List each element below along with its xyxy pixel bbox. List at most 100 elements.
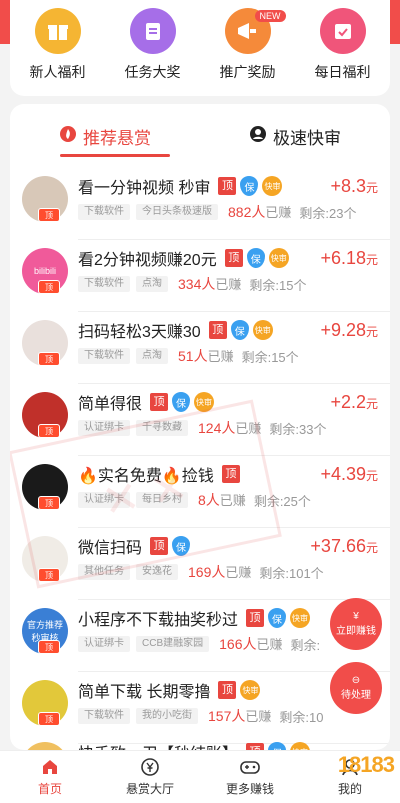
top-tag: 顶 bbox=[246, 609, 265, 627]
earned-count: 882人已赚 bbox=[228, 202, 291, 222]
task-meta: 下载软件 今日头条极速版 882人已赚 剩余:23个 bbox=[78, 202, 356, 222]
task-title-text: 快手致一卫【秒结账】 bbox=[78, 740, 238, 750]
tab-label: 推荐悬赏 bbox=[83, 128, 151, 148]
nav-label: 首页 bbox=[37, 782, 62, 796]
task-meta: 下载软件 我的小吃街 157人已赚 剩余:10 bbox=[78, 706, 323, 726]
top-tag: 顶 bbox=[218, 177, 237, 195]
task-row[interactable]: 顶简单得很顶保快审 +2.2元 认证绑卡 千寻数藏 124人已赚 剩余:33个 bbox=[10, 384, 390, 456]
fast-review-icon: 快审 bbox=[240, 680, 261, 700]
guarantee-shield-icon: 保 bbox=[172, 392, 191, 412]
earned-number: 166人 bbox=[219, 636, 257, 652]
task-row[interactable]: 顶快手致一卫【秒结账】 顶保快审 bbox=[10, 734, 390, 750]
category-label: 新人福利 bbox=[29, 64, 86, 80]
task-chip: 下载软件 bbox=[78, 708, 130, 724]
reward-value: +8.3 bbox=[330, 176, 366, 196]
task-title: 看2分钟视频赚20元顶保快审 bbox=[78, 246, 289, 270]
gift-icon bbox=[34, 8, 81, 54]
task-chip: 下载软件 bbox=[78, 348, 130, 364]
category-newbie[interactable]: 新人福利 bbox=[13, 8, 103, 82]
nav-reward-hall[interactable]: 悬赏大厅 bbox=[100, 751, 200, 803]
avatar-ding-tag: 顶 bbox=[38, 424, 60, 438]
task-title: 🔥实名免费🔥捡钱顶 bbox=[78, 462, 240, 486]
task-meta: 下载软件 点淘 51人已赚 剩余:15个 bbox=[78, 346, 299, 366]
task-meta: 下载软件 点淘 334人已赚 剩余:15个 bbox=[78, 274, 306, 294]
task-chip: 其他任务 bbox=[78, 564, 130, 580]
task-title: 简单下载 长期零撸顶快审 bbox=[78, 678, 261, 702]
task-list-panel: 推荐悬赏 极速快审 顶看一分钟视频 秒审顶保快审 +8.3元 下载软件 今日头条极速版… bbox=[10, 104, 390, 750]
yen-icon: ¥ bbox=[353, 611, 359, 622]
earned-number: 124人 bbox=[198, 420, 236, 436]
earned-suffix: 已赚 bbox=[225, 565, 252, 580]
earned-count: 8人已赚 bbox=[198, 490, 246, 510]
earn-now-button[interactable]: ¥ 立即赚钱 bbox=[330, 598, 382, 650]
avatar-ding-tag: 顶 bbox=[38, 352, 60, 366]
tab-recommended[interactable]: 推荐悬赏 bbox=[10, 104, 200, 168]
task-title-text: 微信扫码 bbox=[78, 540, 143, 557]
task-meta: 认证绑卡 每日乡村 8人已赚 剩余:25个 bbox=[78, 490, 311, 510]
remaining-count: 剩余:23个 bbox=[299, 205, 357, 221]
task-row[interactable]: bilibili 顶看2分钟视频赚20元顶保快审 +6.18元 下载软件 点淘 334人已… bbox=[10, 240, 390, 312]
reward-unit: 元 bbox=[365, 469, 378, 483]
guarantee-shield-icon: 保 bbox=[172, 536, 191, 556]
pending-button[interactable]: ⊖ 待处理 bbox=[330, 662, 382, 714]
reward-value: +9.28 bbox=[320, 320, 366, 340]
task-title-text: 小程序不下载抽奖秒过 bbox=[78, 612, 239, 629]
fast-review-icon: 快审 bbox=[290, 742, 311, 750]
task-row[interactable]: 顶 🔥实名免费🔥捡钱顶 +4.39元 认证绑卡 每日乡村 8人已赚 剩余:25个 bbox=[10, 456, 390, 528]
top-tag: 顶 bbox=[150, 537, 169, 555]
fast-review-icon: 快审 bbox=[252, 320, 273, 340]
category-label: 每日福利 bbox=[314, 64, 371, 80]
fast-review-icon: 快审 bbox=[194, 392, 215, 412]
guarantee-shield-icon: 保 bbox=[268, 742, 287, 750]
home-icon bbox=[43, 760, 57, 774]
nav-label: 悬赏大厅 bbox=[125, 782, 174, 796]
reward-value: +37.66 bbox=[310, 536, 366, 556]
task-chip: CCB建融家园 bbox=[136, 636, 210, 652]
avatar-ding-tag: 顶 bbox=[38, 280, 60, 294]
earned-suffix: 已赚 bbox=[256, 637, 283, 652]
calendar-check-icon bbox=[319, 8, 366, 54]
task-row[interactable]: 顶扫码轻松3天赚30 顶保快审 +9.28元 下载软件 点淘 51人已赚 剩余:15个 bbox=[10, 312, 390, 384]
nav-label: 更多赚钱 bbox=[225, 782, 274, 796]
earned-suffix: 已赚 bbox=[265, 205, 292, 220]
task-chip: 点淘 bbox=[136, 348, 168, 364]
earned-number: 882人 bbox=[228, 204, 266, 220]
task-title-text: 简单得很 bbox=[78, 396, 143, 413]
pending-icon: ⊖ bbox=[351, 675, 361, 686]
category-label: 任务大奖 bbox=[124, 64, 181, 80]
task-row[interactable]: 顶微信扫码顶保 +37.66元 其他任务 安逸花 169人已赚 剩余:101个 bbox=[10, 528, 390, 600]
earned-number: 334人 bbox=[178, 276, 216, 292]
reward-amount: +2.2元 bbox=[330, 392, 378, 413]
remaining-count: 剩余:33个 bbox=[269, 421, 327, 437]
nav-home[interactable]: 首页 bbox=[0, 751, 100, 803]
earned-count: 169人已赚 bbox=[188, 562, 251, 582]
reward-amount: +4.39元 bbox=[320, 464, 378, 485]
pending-label: 待处理 bbox=[341, 690, 371, 701]
avatar-ding-tag: 顶 bbox=[38, 640, 60, 654]
task-chip: 安逸花 bbox=[136, 564, 178, 580]
task-title: 微信扫码顶保 bbox=[78, 534, 191, 558]
reward-unit: 元 bbox=[365, 253, 378, 267]
category-panel: 新人福利 任务大奖 NEW 推广奖励 每日福利 bbox=[10, 0, 390, 96]
earn-now-label: 立即赚钱 bbox=[336, 626, 376, 637]
megaphone-icon: NEW bbox=[224, 8, 286, 54]
task-chip: 认证绑卡 bbox=[78, 492, 130, 508]
category-task-prize[interactable]: 任务大奖 bbox=[108, 8, 198, 82]
top-tag: 顶 bbox=[150, 393, 169, 411]
top-tag: 顶 bbox=[224, 249, 243, 267]
earned-count: 334人已赚 bbox=[178, 274, 241, 294]
task-meta: 认证绑卡 千寻数藏 124人已赚 剩余:33个 bbox=[78, 418, 326, 438]
top-tag: 顶 bbox=[218, 681, 237, 699]
task-row[interactable]: 顶看一分钟视频 秒审顶保快审 +8.3元 下载软件 今日头条极速版 882人已赚 剩余:2… bbox=[10, 168, 390, 240]
category-daily[interactable]: 每日福利 bbox=[298, 8, 388, 82]
reward-amount: +6.18元 bbox=[320, 248, 378, 269]
gamepad-icon bbox=[240, 761, 260, 774]
category-promo[interactable]: NEW 推广奖励 bbox=[203, 8, 293, 82]
task-avatar bbox=[22, 742, 68, 750]
task-chip: 点淘 bbox=[136, 276, 168, 292]
task-meta: 认证绑卡 CCB建融家园 166人已赚 剩余: bbox=[78, 634, 320, 654]
task-title: 扫码轻松3天赚30 顶保快审 bbox=[78, 318, 273, 342]
nav-more-earn[interactable]: 更多赚钱 bbox=[200, 751, 300, 803]
reward-unit: 元 bbox=[365, 397, 378, 411]
tab-fast-review[interactable]: 极速快审 bbox=[200, 104, 390, 168]
